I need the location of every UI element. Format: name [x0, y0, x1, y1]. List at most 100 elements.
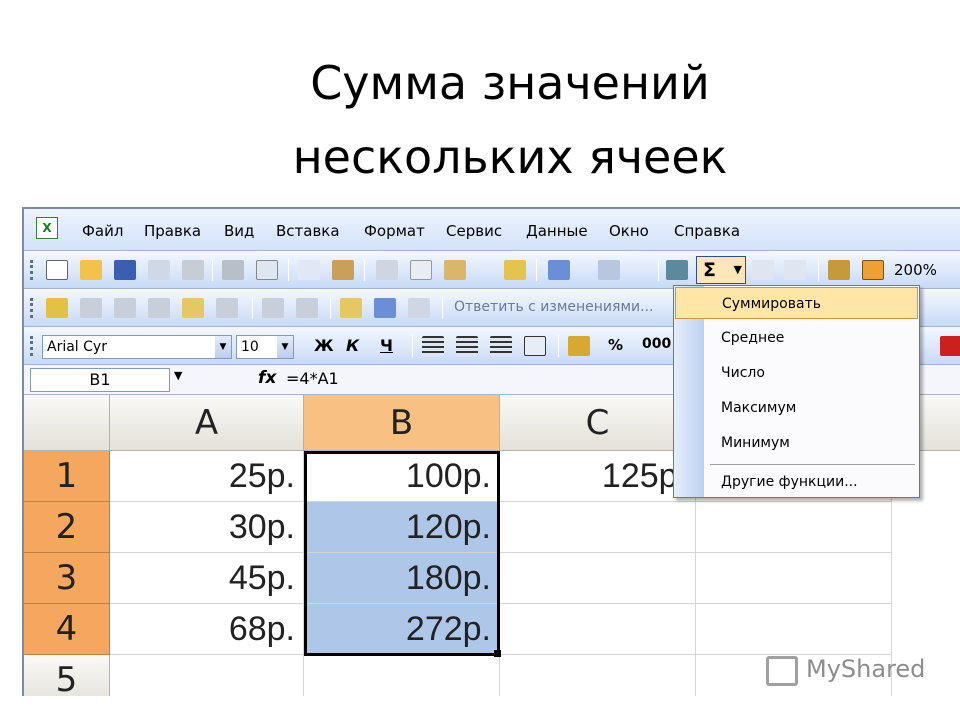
- save-icon[interactable]: [114, 260, 136, 280]
- menu-item-more-functions[interactable]: Другие функции...: [675, 466, 918, 498]
- toolbar-grip[interactable]: [30, 260, 33, 280]
- chevron-down-icon[interactable]: ▼: [174, 369, 182, 382]
- bold-button[interactable]: Ж: [314, 336, 334, 355]
- cut-icon[interactable]: [376, 260, 398, 280]
- menu-item-average[interactable]: Среднее: [675, 322, 918, 354]
- cell-c2[interactable]: [500, 502, 696, 553]
- name-box[interactable]: B1: [30, 368, 170, 392]
- menu-window[interactable]: Окно: [609, 222, 649, 240]
- menu-item-count[interactable]: Число: [675, 357, 918, 389]
- menu-item-sum[interactable]: Суммировать: [675, 287, 918, 319]
- italic-button[interactable]: К: [346, 336, 359, 355]
- menu-file[interactable]: Файл: [82, 222, 123, 240]
- font-name-select[interactable]: Arial Cyr ▼: [42, 335, 232, 359]
- menu-item-max[interactable]: Максимум: [675, 392, 918, 424]
- menu-help[interactable]: Справка: [674, 222, 740, 240]
- menu-bar: X Файл Правка Вид Вставка Формат Сервис …: [24, 209, 960, 251]
- cell-a1[interactable]: 25р.: [110, 451, 304, 502]
- menu-edit[interactable]: Правка: [144, 222, 201, 240]
- menu-format[interactable]: Формат: [364, 222, 425, 240]
- spelling-icon[interactable]: [298, 260, 320, 280]
- toolbar-separator: [658, 259, 659, 281]
- cell-a4[interactable]: 68р.: [110, 604, 304, 655]
- review-icon[interactable]: [408, 298, 430, 318]
- cell-c4[interactable]: [500, 604, 696, 655]
- open-icon[interactable]: [80, 260, 102, 280]
- hyperlink-icon[interactable]: [666, 260, 688, 280]
- toolbar-grip[interactable]: [30, 298, 33, 318]
- row-header-5[interactable]: 5: [24, 655, 110, 696]
- chart-wizard-icon[interactable]: [828, 260, 850, 280]
- menu-tools[interactable]: Сервис: [446, 222, 502, 240]
- currency-icon[interactable]: [568, 336, 590, 356]
- row-header-3[interactable]: 3: [24, 553, 110, 604]
- cell-a3[interactable]: 45р.: [110, 553, 304, 604]
- excel-doc-icon[interactable]: X: [36, 217, 58, 239]
- sort-ascending-icon[interactable]: [752, 260, 774, 280]
- row-header-2[interactable]: 2: [24, 502, 110, 553]
- row-header-4[interactable]: 4: [24, 604, 110, 655]
- review-icon[interactable]: [182, 298, 204, 318]
- review-icon[interactable]: [296, 298, 318, 318]
- align-left-icon[interactable]: [422, 336, 444, 356]
- review-icon[interactable]: [340, 298, 362, 318]
- format-painter-icon[interactable]: [504, 260, 526, 280]
- cell-c3[interactable]: [500, 553, 696, 604]
- reply-with-changes[interactable]: Ответить с изменениями...: [454, 299, 653, 315]
- toolbar-separator: [212, 259, 213, 281]
- review-icon[interactable]: [46, 298, 68, 318]
- cell-d2[interactable]: [696, 502, 892, 553]
- font-color-icon[interactable]: [940, 336, 960, 356]
- redo-icon[interactable]: [598, 260, 620, 280]
- row-header-1[interactable]: 1: [24, 451, 110, 502]
- autosum-button[interactable]: Σ ▼: [696, 256, 746, 284]
- menu-view[interactable]: Вид: [224, 222, 254, 240]
- cell-c1[interactable]: 125р.: [500, 451, 696, 502]
- review-icon[interactable]: [80, 298, 102, 318]
- chevron-down-icon[interactable]: ▼: [277, 336, 293, 358]
- column-header-b[interactable]: B: [304, 395, 500, 451]
- email-icon[interactable]: [182, 260, 204, 280]
- review-icon[interactable]: [114, 298, 136, 318]
- drawing-icon[interactable]: [862, 260, 884, 280]
- cell-d4[interactable]: [696, 604, 892, 655]
- chevron-down-icon[interactable]: ▼: [734, 257, 742, 283]
- print-preview-icon[interactable]: [256, 260, 278, 280]
- cell-b5[interactable]: [304, 655, 500, 696]
- review-icon[interactable]: [262, 298, 284, 318]
- menu-data[interactable]: Данные: [526, 222, 588, 240]
- permission-icon[interactable]: [148, 260, 170, 280]
- cell-a5[interactable]: [110, 655, 304, 696]
- review-icon[interactable]: [148, 298, 170, 318]
- cell-d3[interactable]: [696, 553, 892, 604]
- align-right-icon[interactable]: [490, 336, 512, 356]
- menu-insert[interactable]: Вставка: [276, 222, 340, 240]
- review-icon[interactable]: [216, 298, 238, 318]
- underline-button[interactable]: Ч: [380, 336, 393, 355]
- align-center-icon[interactable]: [456, 336, 478, 356]
- new-icon[interactable]: [46, 260, 68, 280]
- column-header-a[interactable]: A: [110, 395, 304, 451]
- fx-icon[interactable]: fx: [258, 368, 276, 388]
- cell-a2[interactable]: 30р.: [110, 502, 304, 553]
- merge-center-icon[interactable]: [524, 336, 546, 356]
- research-icon[interactable]: [332, 260, 354, 280]
- chevron-down-icon[interactable]: ▼: [215, 336, 231, 358]
- zoom-level[interactable]: 200%: [894, 261, 937, 279]
- column-header-c[interactable]: C: [500, 395, 696, 451]
- cell-c5[interactable]: [500, 655, 696, 696]
- thousands-button[interactable]: 000: [642, 336, 671, 352]
- undo-icon[interactable]: [548, 260, 570, 280]
- font-size-select[interactable]: 10 ▼: [236, 335, 294, 359]
- fill-handle[interactable]: [494, 650, 501, 657]
- sort-descending-icon[interactable]: [784, 260, 806, 280]
- copy-icon[interactable]: [410, 260, 432, 280]
- select-all-corner[interactable]: [24, 395, 110, 451]
- toolbar-grip[interactable]: [30, 336, 33, 356]
- percent-button[interactable]: %: [608, 336, 623, 354]
- paste-icon[interactable]: [444, 260, 466, 280]
- menu-item-min[interactable]: Минимум: [675, 427, 918, 459]
- print-icon[interactable]: [222, 260, 244, 280]
- formula-input[interactable]: =4*A1: [286, 369, 339, 388]
- review-icon[interactable]: [374, 298, 396, 318]
